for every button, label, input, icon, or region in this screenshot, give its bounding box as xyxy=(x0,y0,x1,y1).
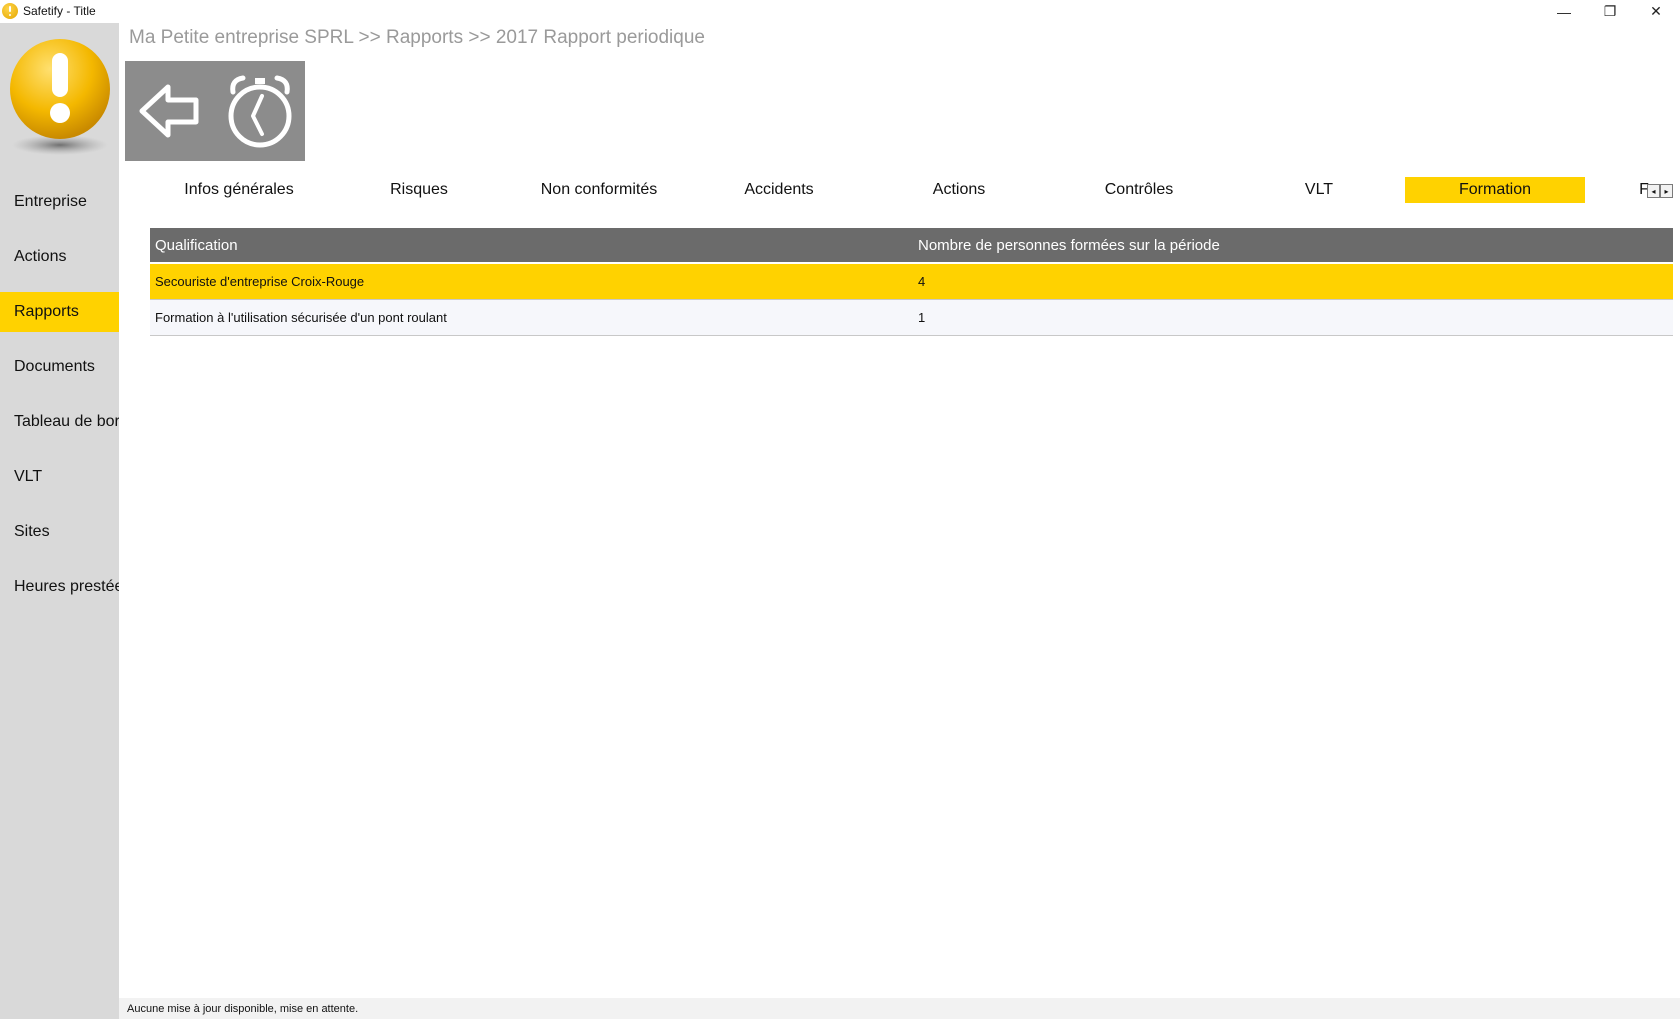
tab-controles[interactable]: Contrôles xyxy=(1049,177,1229,203)
close-button[interactable]: ✕ xyxy=(1633,0,1679,23)
app-logo-icon xyxy=(2,3,18,19)
report-tabs: Infos générales Risques Non conformités … xyxy=(125,177,1680,205)
sidebar-item-documents[interactable]: Documents xyxy=(0,347,119,387)
qualification-cell: Formation à l'utilisation sécurisée d'un… xyxy=(155,310,447,325)
back-button[interactable] xyxy=(125,61,215,161)
sidebar-item-sites[interactable]: Sites xyxy=(0,512,119,552)
qualification-cell: Secouriste d'entreprise Croix-Rouge xyxy=(155,274,365,289)
column-header-qualification[interactable]: Qualification xyxy=(155,228,238,262)
tab-formation[interactable]: Formation xyxy=(1405,177,1585,203)
title-bar: Safetify - Title — ❐ ✕ xyxy=(0,0,1680,23)
toolbar xyxy=(125,61,305,161)
sidebar: Entreprise Actions Rapports Documents Ta… xyxy=(0,23,119,1019)
status-bar: Aucune mise à jour disponible, mise en a… xyxy=(119,998,1680,1019)
table-header: Qualification Nombre de personnes formée… xyxy=(150,228,1673,262)
sidebar-item-heures-prestees[interactable]: Heures prestées xyxy=(0,567,119,607)
sidebar-item-tableau-de-bord[interactable]: Tableau de bord xyxy=(0,402,119,442)
sidebar-item-vlt[interactable]: VLT xyxy=(0,457,119,497)
tab-infos-generales[interactable]: Infos générales xyxy=(149,177,329,203)
count-cell: 4 xyxy=(918,274,926,289)
warning-logo-icon xyxy=(10,39,110,155)
sidebar-item-rapports[interactable]: Rapports xyxy=(0,292,119,332)
breadcrumb: Ma Petite entreprise SPRL >> Rapports >>… xyxy=(129,27,705,48)
table-row[interactable]: Formation à l'utilisation sécurisée d'un… xyxy=(150,300,1673,336)
tab-risques[interactable]: Risques xyxy=(329,177,509,203)
tab-scroll-left-button[interactable]: ◂ xyxy=(1647,184,1660,198)
tab-vlt[interactable]: VLT xyxy=(1229,177,1409,203)
maximize-button[interactable]: ❐ xyxy=(1587,0,1633,23)
formation-table: Qualification Nombre de personnes formée… xyxy=(150,228,1673,336)
back-arrow-icon xyxy=(139,84,199,138)
table-row[interactable]: Secouriste d'entreprise Croix-Rouge 4 xyxy=(150,264,1673,300)
window-title: Safetify - Title xyxy=(23,4,96,18)
tab-scroll-right-button[interactable]: ▸ xyxy=(1660,184,1673,198)
tab-non-conformites[interactable]: Non conformités xyxy=(509,177,689,203)
alarm-clock-icon xyxy=(228,75,292,148)
minimize-button[interactable]: — xyxy=(1541,0,1587,23)
tab-accidents[interactable]: Accidents xyxy=(689,177,869,203)
sidebar-item-actions[interactable]: Actions xyxy=(0,237,119,277)
column-header-count[interactable]: Nombre de personnes formées sur la pério… xyxy=(918,228,1220,262)
sidebar-item-entreprise[interactable]: Entreprise xyxy=(0,182,119,222)
tab-actions[interactable]: Actions xyxy=(869,177,1049,203)
count-cell: 1 xyxy=(918,310,926,325)
timer-button[interactable] xyxy=(215,61,305,161)
